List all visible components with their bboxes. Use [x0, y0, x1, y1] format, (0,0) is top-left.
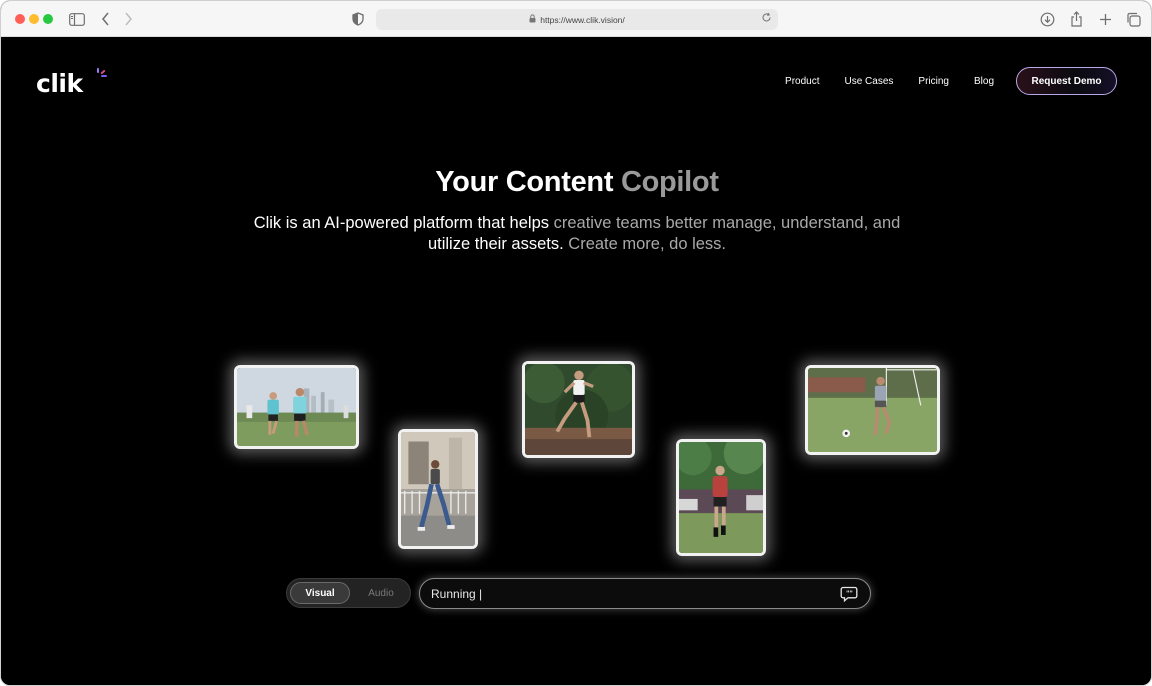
- sidebar-toggle-icon[interactable]: [68, 10, 86, 28]
- subtitle-segment-muted: creative teams better manage, understand…: [553, 214, 901, 232]
- hero-title: Your Content Copilot: [1, 166, 1151, 199]
- close-window-button[interactable]: [15, 14, 25, 24]
- hero-title-main: Your Content: [435, 166, 621, 198]
- tab-overview-icon[interactable]: [1124, 10, 1142, 28]
- audio-mode-button[interactable]: Audio: [353, 582, 409, 604]
- photo-man-sprinting[interactable]: [522, 361, 635, 458]
- photo-woman-running-street[interactable]: [398, 429, 478, 549]
- downloads-icon[interactable]: [1038, 10, 1056, 28]
- photo-runners-skyline[interactable]: [234, 365, 359, 449]
- hero-title-accent: Copilot: [620, 166, 719, 198]
- subtitle-segment: Clik is an AI-powered platform that help…: [253, 214, 554, 232]
- subtitle-segment: utilize their assets.: [427, 235, 569, 253]
- url-text: https://www.clik.vision/: [540, 14, 625, 25]
- search-query-text: Running |: [431, 587, 483, 601]
- nav-product-link[interactable]: Product: [785, 76, 819, 87]
- clik-logo[interactable]: clik: [36, 68, 108, 103]
- search-input[interactable]: Running | " ": [419, 578, 871, 609]
- reload-icon[interactable]: [761, 12, 772, 25]
- zoom-window-button[interactable]: [43, 14, 53, 24]
- hero-subtitle: Clik is an AI-powered platform that help…: [201, 213, 953, 255]
- address-bar[interactable]: https://www.clik.vision/: [376, 9, 778, 30]
- back-icon[interactable]: [97, 10, 115, 28]
- photo-soccer-player-red[interactable]: [676, 439, 766, 556]
- page-content: clik Product Use Cases Pricing Blog Requ…: [1, 38, 1151, 685]
- photo-woman-soccer[interactable]: [805, 365, 940, 455]
- main-nav: Product Use Cases Pricing Blog Request D…: [785, 67, 1117, 95]
- minimize-window-button[interactable]: [29, 14, 39, 24]
- svg-text:": ": [849, 590, 853, 598]
- lock-icon: [529, 14, 536, 25]
- request-demo-button[interactable]: Request Demo: [1016, 67, 1117, 95]
- browser-window: https://www.clik.vision/ clik Product Us…: [0, 0, 1152, 686]
- nav-blog-link[interactable]: Blog: [974, 76, 994, 87]
- logo-wordmark: clik: [36, 69, 84, 98]
- search-mode-toggle: Visual Audio: [286, 578, 411, 608]
- visual-mode-button[interactable]: Visual: [290, 582, 350, 604]
- share-icon[interactable]: [1067, 10, 1085, 28]
- new-tab-icon[interactable]: [1096, 10, 1114, 28]
- browser-toolbar: https://www.clik.vision/: [1, 1, 1151, 37]
- nav-use-cases-link[interactable]: Use Cases: [845, 76, 894, 87]
- nav-pricing-link[interactable]: Pricing: [918, 76, 949, 87]
- chat-bubble-icon[interactable]: " ": [840, 586, 858, 603]
- privacy-shield-icon[interactable]: [349, 10, 367, 28]
- subtitle-segment-muted: Create more, do less.: [568, 235, 727, 253]
- forward-icon[interactable]: [119, 10, 137, 28]
